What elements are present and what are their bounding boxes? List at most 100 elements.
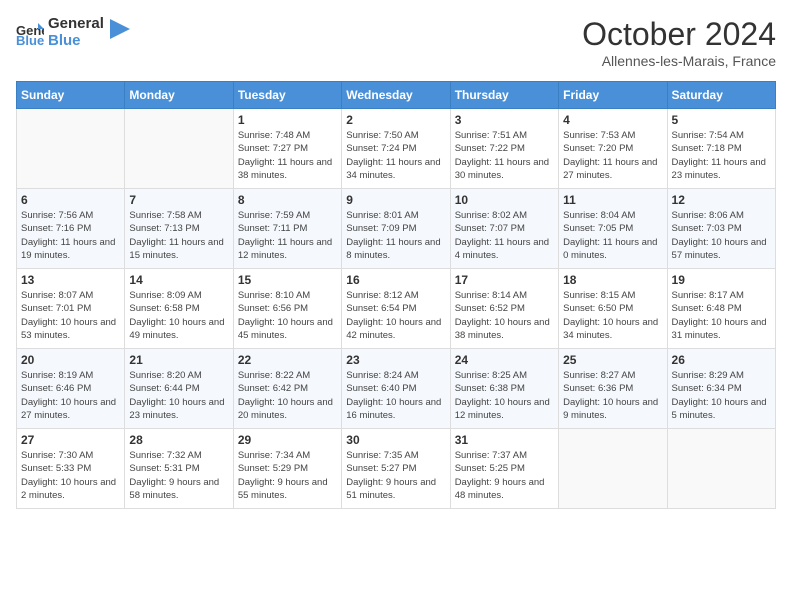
- logo-blue: Blue: [48, 33, 104, 50]
- calendar-cell: 13 Sunrise: 8:07 AM Sunset: 7:01 PM Dayli…: [17, 269, 125, 349]
- calendar-cell: 23 Sunrise: 8:24 AM Sunset: 6:40 PM Dayli…: [342, 349, 450, 429]
- cell-content: Sunrise: 7:37 AM Sunset: 5:25 PM Dayligh…: [455, 449, 554, 502]
- calendar-cell: [125, 109, 233, 189]
- calendar-cell: 3Sunrise: 7:51 AM Sunset: 7:22 PM Daylig…: [450, 109, 558, 189]
- cell-content: Sunrise: 8:19 AM Sunset: 6:46 PM Dayligh…: [21, 369, 120, 422]
- cell-content: Sunrise: 8:06 AM Sunset: 7:03 PM Dayligh…: [672, 209, 771, 262]
- cell-content: Sunrise: 8:27 AM Sunset: 6:36 PM Dayligh…: [563, 369, 662, 422]
- page-header: General Blue General Blue October 2024 A…: [16, 16, 776, 69]
- day-number: 21: [129, 353, 228, 367]
- cell-content: Sunrise: 8:20 AM Sunset: 6:44 PM Dayligh…: [129, 369, 228, 422]
- calendar-cell: 28 Sunrise: 7:32 AM Sunset: 5:31 PM Dayli…: [125, 429, 233, 509]
- day-number: 23: [346, 353, 445, 367]
- day-number: 25: [563, 353, 662, 367]
- day-number: 27: [21, 433, 120, 447]
- header-sunday: Sunday: [17, 82, 125, 109]
- day-number: 29: [238, 433, 337, 447]
- calendar-cell: 27 Sunrise: 7:30 AM Sunset: 5:33 PM Dayli…: [17, 429, 125, 509]
- calendar-cell: 24 Sunrise: 8:25 AM Sunset: 6:38 PM Dayli…: [450, 349, 558, 429]
- cell-content: Sunrise: 8:02 AM Sunset: 7:07 PM Dayligh…: [455, 209, 554, 262]
- cell-content: Sunrise: 8:09 AM Sunset: 6:58 PM Dayligh…: [129, 289, 228, 342]
- cell-content: Sunrise: 7:54 AM Sunset: 7:18 PM Dayligh…: [672, 129, 771, 182]
- day-number: 14: [129, 273, 228, 287]
- cell-content: Sunrise: 8:15 AM Sunset: 6:50 PM Dayligh…: [563, 289, 662, 342]
- svg-text:Blue: Blue: [16, 33, 44, 47]
- cell-content: Sunrise: 8:14 AM Sunset: 6:52 PM Dayligh…: [455, 289, 554, 342]
- calendar-cell: 31Sunrise: 7:37 AM Sunset: 5:25 PM Dayli…: [450, 429, 558, 509]
- logo-icon: General Blue: [16, 19, 44, 47]
- calendar-week-3: 13 Sunrise: 8:07 AM Sunset: 7:01 PM Dayli…: [17, 269, 776, 349]
- day-number: 8: [238, 193, 337, 207]
- calendar-cell: 29 Sunrise: 7:34 AM Sunset: 5:29 PM Dayli…: [233, 429, 341, 509]
- title-block: October 2024 Allennes-les-Marais, France: [582, 16, 776, 69]
- day-number: 2: [346, 113, 445, 127]
- cell-content: Sunrise: 7:48 AM Sunset: 7:27 PM Dayligh…: [238, 129, 337, 182]
- cell-content: Sunrise: 8:17 AM Sunset: 6:48 PM Dayligh…: [672, 289, 771, 342]
- cell-content: Sunrise: 8:25 AM Sunset: 6:38 PM Dayligh…: [455, 369, 554, 422]
- day-number: 24: [455, 353, 554, 367]
- calendar-cell: 11Sunrise: 8:04 AM Sunset: 7:05 PM Dayli…: [559, 189, 667, 269]
- calendar-cell: 17 Sunrise: 8:14 AM Sunset: 6:52 PM Dayli…: [450, 269, 558, 349]
- calendar-cell: 30Sunrise: 7:35 AM Sunset: 5:27 PM Dayli…: [342, 429, 450, 509]
- day-number: 16: [346, 273, 445, 287]
- calendar-week-1: 1 Sunrise: 7:48 AM Sunset: 7:27 PM Daylig…: [17, 109, 776, 189]
- day-number: 20: [21, 353, 120, 367]
- calendar-cell: 2 Sunrise: 7:50 AM Sunset: 7:24 PM Daylig…: [342, 109, 450, 189]
- calendar-cell: 14 Sunrise: 8:09 AM Sunset: 6:58 PM Dayli…: [125, 269, 233, 349]
- day-number: 28: [129, 433, 228, 447]
- day-number: 12: [672, 193, 771, 207]
- calendar-cell: [17, 109, 125, 189]
- cell-content: Sunrise: 8:22 AM Sunset: 6:42 PM Dayligh…: [238, 369, 337, 422]
- cell-content: Sunrise: 7:56 AM Sunset: 7:16 PM Dayligh…: [21, 209, 120, 262]
- header-wednesday: Wednesday: [342, 82, 450, 109]
- header-friday: Friday: [559, 82, 667, 109]
- day-number: 30: [346, 433, 445, 447]
- cell-content: Sunrise: 8:29 AM Sunset: 6:34 PM Dayligh…: [672, 369, 771, 422]
- cell-content: Sunrise: 7:50 AM Sunset: 7:24 PM Dayligh…: [346, 129, 445, 182]
- day-number: 17: [455, 273, 554, 287]
- day-number: 6: [21, 193, 120, 207]
- cell-content: Sunrise: 8:07 AM Sunset: 7:01 PM Dayligh…: [21, 289, 120, 342]
- cell-content: Sunrise: 7:34 AM Sunset: 5:29 PM Dayligh…: [238, 449, 337, 502]
- month-title: October 2024: [582, 16, 776, 53]
- day-number: 26: [672, 353, 771, 367]
- calendar-cell: 5 Sunrise: 7:54 AM Sunset: 7:18 PM Daylig…: [667, 109, 775, 189]
- logo: General Blue General Blue: [16, 16, 130, 49]
- header-thursday: Thursday: [450, 82, 558, 109]
- day-number: 3: [455, 113, 554, 127]
- cell-content: Sunrise: 8:01 AM Sunset: 7:09 PM Dayligh…: [346, 209, 445, 262]
- calendar-cell: [559, 429, 667, 509]
- calendar-cell: 1 Sunrise: 7:48 AM Sunset: 7:27 PM Daylig…: [233, 109, 341, 189]
- day-number: 10: [455, 193, 554, 207]
- logo-general: General: [48, 16, 104, 33]
- calendar-cell: 22Sunrise: 8:22 AM Sunset: 6:42 PM Dayli…: [233, 349, 341, 429]
- day-number: 19: [672, 273, 771, 287]
- calendar-cell: 6 Sunrise: 7:56 AM Sunset: 7:16 PM Daylig…: [17, 189, 125, 269]
- header-monday: Monday: [125, 82, 233, 109]
- logo-arrow-icon: [110, 19, 130, 39]
- calendar-week-4: 20 Sunrise: 8:19 AM Sunset: 6:46 PM Dayli…: [17, 349, 776, 429]
- location-subtitle: Allennes-les-Marais, France: [582, 53, 776, 69]
- calendar-cell: 25 Sunrise: 8:27 AM Sunset: 6:36 PM Dayli…: [559, 349, 667, 429]
- calendar-cell: 15 Sunrise: 8:10 AM Sunset: 6:56 PM Dayli…: [233, 269, 341, 349]
- calendar-cell: 8Sunrise: 7:59 AM Sunset: 7:11 PM Daylig…: [233, 189, 341, 269]
- calendar-week-5: 27 Sunrise: 7:30 AM Sunset: 5:33 PM Dayli…: [17, 429, 776, 509]
- cell-content: Sunrise: 7:32 AM Sunset: 5:31 PM Dayligh…: [129, 449, 228, 502]
- calendar-cell: 4Sunrise: 7:53 AM Sunset: 7:20 PM Daylig…: [559, 109, 667, 189]
- cell-content: Sunrise: 8:10 AM Sunset: 6:56 PM Dayligh…: [238, 289, 337, 342]
- calendar-cell: 16Sunrise: 8:12 AM Sunset: 6:54 PM Dayli…: [342, 269, 450, 349]
- calendar-cell: 21 Sunrise: 8:20 AM Sunset: 6:44 PM Dayli…: [125, 349, 233, 429]
- day-number: 4: [563, 113, 662, 127]
- day-number: 7: [129, 193, 228, 207]
- calendar-cell: 10 Sunrise: 8:02 AM Sunset: 7:07 PM Dayli…: [450, 189, 558, 269]
- calendar-cell: 18Sunrise: 8:15 AM Sunset: 6:50 PM Dayli…: [559, 269, 667, 349]
- calendar-cell: 12 Sunrise: 8:06 AM Sunset: 7:03 PM Dayli…: [667, 189, 775, 269]
- day-number: 9: [346, 193, 445, 207]
- day-number: 13: [21, 273, 120, 287]
- day-number: 15: [238, 273, 337, 287]
- day-number: 5: [672, 113, 771, 127]
- cell-content: Sunrise: 7:30 AM Sunset: 5:33 PM Dayligh…: [21, 449, 120, 502]
- day-number: 1: [238, 113, 337, 127]
- cell-content: Sunrise: 8:24 AM Sunset: 6:40 PM Dayligh…: [346, 369, 445, 422]
- calendar-header-row: SundayMondayTuesdayWednesdayThursdayFrid…: [17, 82, 776, 109]
